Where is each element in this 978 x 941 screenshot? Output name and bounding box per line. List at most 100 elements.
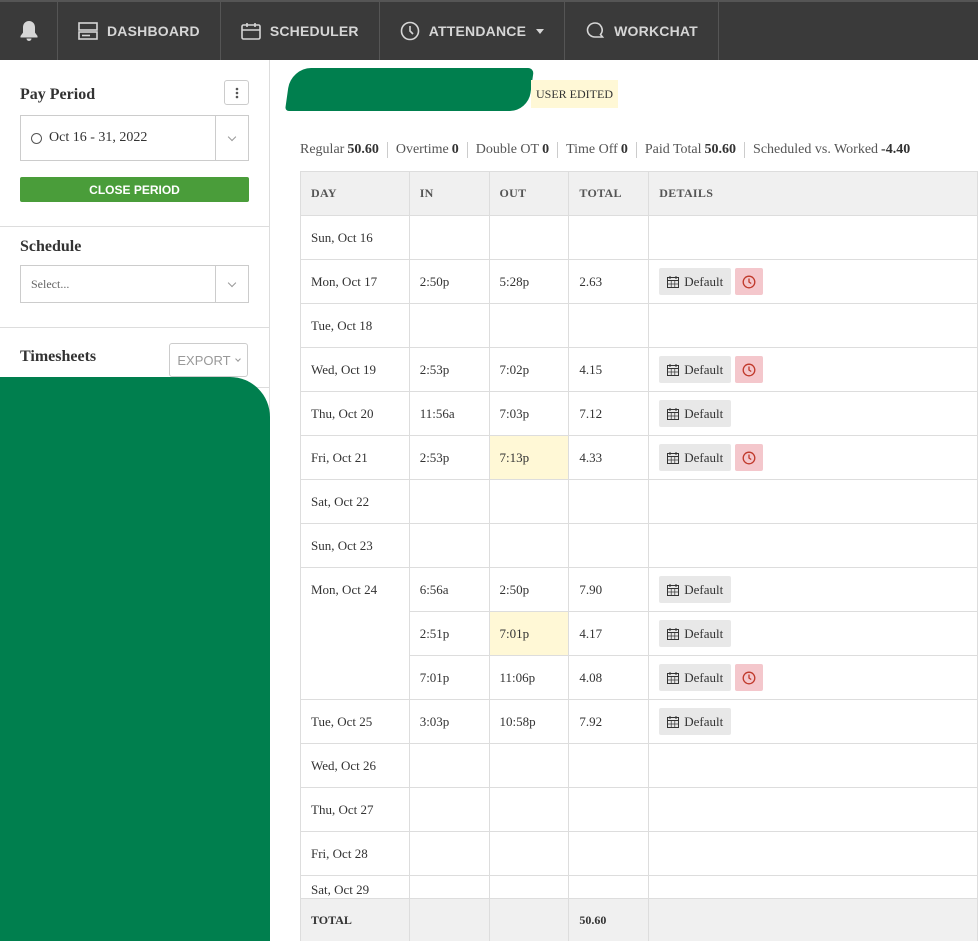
clock-out-cell[interactable]: 7:13p [488,435,570,480]
clock-out-cell[interactable]: 2:50p [488,567,570,612]
total-cell: 7.90 [568,567,650,612]
clock-out-cell[interactable]: 7:02p [488,347,570,392]
total-cell: 4.33 [568,435,650,480]
calendar-icon [667,275,680,288]
clock-in-cell[interactable]: 2:53p [408,435,490,480]
default-position-button[interactable]: Default [659,444,732,471]
total-cell [568,523,650,568]
default-position-button[interactable]: Default [659,268,732,295]
day-cell: Thu, Oct 27 [300,787,410,832]
more-options-button[interactable] [224,80,249,105]
total-cell: 4.17 [568,611,650,656]
day-cell: Wed, Oct 19 [300,347,410,392]
default-position-button[interactable]: Default [659,356,732,383]
table-row: Fri, Oct 21 2:53p 7:13p 4.33 Default [300,435,978,480]
schedule-placeholder: Select... [31,276,70,291]
day-cell: Sat, Oct 22 [300,479,410,524]
clock-icon [400,21,420,41]
table-row: Thu, Oct 20 11:56a 7:03p 7.12 Default [300,391,978,436]
clock-out-cell [488,523,570,568]
attendance-alert-button[interactable] [735,268,764,295]
clock-icon [742,451,756,464]
clock-in-cell [408,743,490,788]
calendar-icon [667,451,680,464]
summary-label: Paid Total [644,142,702,157]
summary-item: Overtime 0 [386,142,467,158]
schedule-title: Schedule [20,238,82,255]
details-actions: Default [659,576,967,603]
default-position-button[interactable]: Default [659,664,732,691]
clock-out-cell[interactable]: 7:03p [488,391,570,436]
table-footer-row: TOTAL 50.60 [300,898,978,941]
export-button[interactable]: EXPORT [169,343,248,377]
summary-item: Double OT 0 [466,142,557,158]
clock-out-cell [488,787,570,832]
total-cell [568,303,650,348]
nav-workchat-label: WORKCHAT [614,23,698,39]
clock-out-cell [488,479,570,524]
chevron-down-icon [227,132,237,141]
clock-in-cell [408,479,490,524]
clock-in-cell[interactable]: 2:51p [408,611,490,656]
hours-summary: Regular 50.60 Overtime 0 Double OT 0 Time Off 0… [300,140,918,160]
clock-in-cell[interactable]: 3:03p [408,699,490,744]
default-label: Default [684,405,724,421]
clock-in-cell [408,787,490,832]
clock-in-cell [408,523,490,568]
pay-period-select[interactable]: Oct 16 - 31, 2022 [20,115,249,161]
pay-period-dropdown-arrow[interactable] [215,116,248,160]
clock-out-cell[interactable]: 7:01p [488,611,570,656]
default-position-button[interactable]: Default [659,400,732,427]
column-header-day: DAY [300,171,410,216]
details-actions: Default [659,400,967,427]
attendance-alert-button[interactable] [735,356,764,383]
footer-total-label: TOTAL [300,898,410,941]
clock-out-cell[interactable]: 5:28p [488,259,570,304]
nav-dashboard-label: DASHBOARD [107,23,200,39]
clock-in-cell [408,303,490,348]
day-cell: Sun, Oct 23 [300,523,410,568]
day-cell: Thu, Oct 20 [300,391,410,436]
table-row: Tue, Oct 25 3:03p 10:58p 7.92 Default [300,699,978,744]
column-header-in: IN [408,171,490,216]
table-row: Mon, Oct 24 6:56a 2:50p 7.90 Default [300,567,978,700]
day-cell: Mon, Oct 24 [300,567,410,700]
schedule-select[interactable]: Select... [20,265,249,303]
details-cell [648,215,978,260]
default-label: Default [684,581,724,597]
nav-workchat[interactable]: WORKCHAT [565,2,719,60]
clock-in-cell[interactable]: 2:53p [408,347,490,392]
notifications-button[interactable] [0,2,58,60]
nav-attendance[interactable]: ATTENDANCE [380,2,566,60]
close-period-button[interactable]: CLOSE PERIOD [20,177,249,202]
total-cell: 2.63 [568,259,650,304]
schedule-dropdown-arrow[interactable] [215,266,248,302]
default-position-button[interactable]: Default [659,708,732,735]
details-cell: Default [648,347,978,392]
clock-in-cell[interactable]: 7:01p [408,655,490,700]
column-header-total: TOTAL [568,171,650,216]
nav-attendance-label: ATTENDANCE [428,23,527,39]
default-label: Default [684,449,724,465]
total-cell [568,215,650,260]
details-cell [648,875,978,899]
clock-out-cell[interactable]: 11:06p [488,655,570,700]
clock-in-cell[interactable]: 6:56a [408,567,490,612]
attendance-alert-button[interactable] [735,664,764,691]
total-cell: 4.08 [568,655,650,700]
default-position-button[interactable]: Default [659,620,732,647]
redaction-mark-sidebar [0,377,270,941]
details-cell [648,523,978,568]
clock-in-cell[interactable]: 2:50p [408,259,490,304]
table-row: Sun, Oct 23 [300,523,978,568]
nav-scheduler[interactable]: SCHEDULER [221,2,380,60]
default-label: Default [684,625,724,641]
default-position-button[interactable]: Default [659,576,732,603]
clock-out-cell[interactable]: 10:58p [488,699,570,744]
clock-in-cell[interactable]: 11:56a [408,391,490,436]
total-cell: 7.12 [568,391,650,436]
attendance-alert-button[interactable] [735,444,764,471]
details-cell [648,479,978,524]
clock-out-cell [488,831,570,876]
nav-dashboard[interactable]: DASHBOARD [58,2,221,60]
